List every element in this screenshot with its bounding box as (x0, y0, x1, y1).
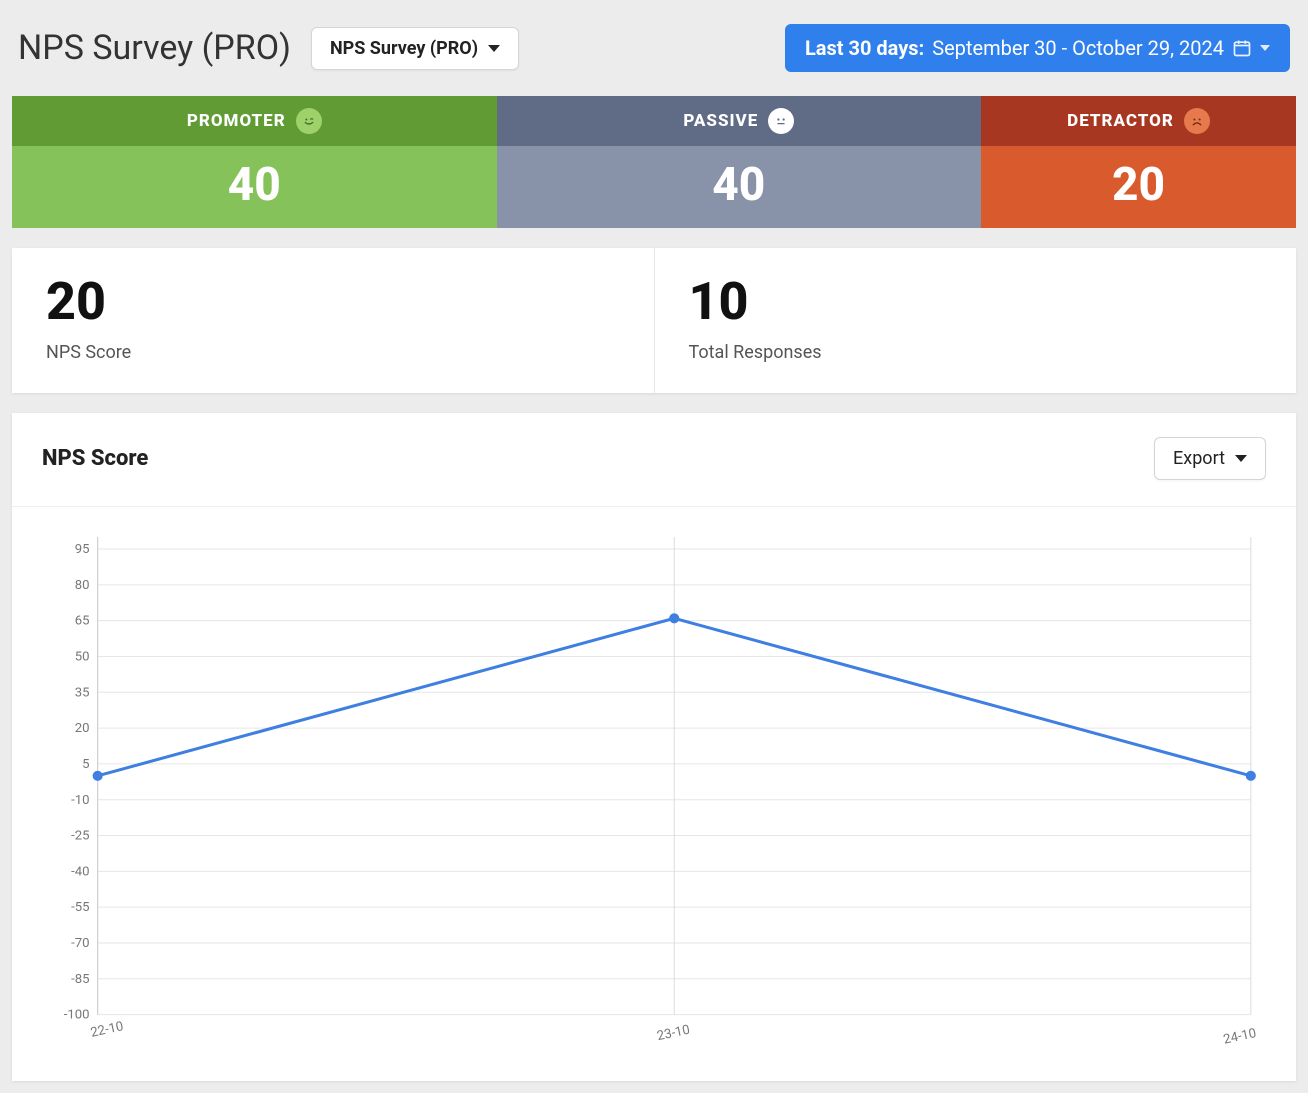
date-range-prefix: Last 30 days: (805, 36, 924, 60)
nps-line-chart: 95 80 65 50 35 20 5 -10 -25 -40 -55 -70 -85 -10022-10… (42, 527, 1266, 1063)
svg-text:80: 80 (75, 578, 90, 593)
chevron-down-icon (488, 45, 500, 52)
passive-label: PASSIVE (683, 111, 758, 131)
nps-score-label: NPS Score (46, 342, 620, 363)
nps-score-value: 20 (46, 276, 620, 328)
page-title: NPS Survey (PRO) (18, 28, 291, 68)
chevron-down-icon (1235, 455, 1247, 462)
smile-face-icon (296, 108, 322, 134)
svg-text:5: 5 (82, 757, 89, 772)
svg-text:22-10: 22-10 (89, 1019, 125, 1041)
export-label: Export (1173, 448, 1225, 469)
svg-text:-85: -85 (71, 972, 89, 987)
svg-text:65: 65 (75, 614, 90, 629)
svg-text:-55: -55 (71, 900, 89, 915)
nps-chart-section: NPS Score Export 95 80 65 50 35 20 5 -10 -25 -40 -… (12, 413, 1296, 1081)
chart-title: NPS Score (42, 446, 148, 471)
date-range-button[interactable]: Last 30 days: September 30 - October 29,… (785, 24, 1290, 72)
svg-text:-40: -40 (71, 864, 89, 879)
detractor-label: DETRACTOR (1067, 111, 1174, 131)
svg-text:50: 50 (75, 650, 90, 665)
promoter-value: 40 (12, 146, 497, 228)
date-range-value: September 30 - October 29, 2024 (932, 36, 1224, 60)
detractor-tile: DETRACTOR 20 (981, 96, 1296, 228)
passive-tile: PASSIVE 40 (497, 96, 982, 228)
svg-text:-70: -70 (71, 936, 89, 951)
passive-value: 40 (497, 146, 982, 228)
total-responses-card: 10 Total Responses (654, 248, 1297, 393)
chevron-down-icon (1260, 45, 1270, 51)
promoter-label: PROMOTER (187, 111, 286, 131)
detractor-value: 20 (981, 146, 1296, 228)
svg-text:35: 35 (75, 685, 90, 700)
calendar-icon (1232, 38, 1252, 58)
total-responses-value: 10 (689, 276, 1263, 328)
svg-text:95: 95 (75, 542, 90, 557)
svg-text:-100: -100 (64, 1008, 90, 1023)
svg-text:24-10: 24-10 (1222, 1026, 1258, 1048)
export-button[interactable]: Export (1154, 437, 1266, 480)
total-responses-label: Total Responses (689, 342, 1263, 363)
svg-text:-25: -25 (71, 829, 89, 844)
form-selector-label: NPS Survey (PRO) (330, 38, 478, 59)
nps-tiles: PROMOTER 40 PASSIVE 40 DETRACTOR (12, 96, 1296, 228)
neutral-face-icon (768, 108, 794, 134)
nps-score-card: 20 NPS Score (12, 248, 654, 393)
score-cards: 20 NPS Score 10 Total Responses (12, 248, 1296, 393)
page-header: NPS Survey (PRO) NPS Survey (PRO) Last 3… (12, 12, 1296, 96)
form-selector-dropdown[interactable]: NPS Survey (PRO) (311, 27, 519, 70)
svg-text:-10: -10 (71, 793, 89, 808)
promoter-tile: PROMOTER 40 (12, 96, 497, 228)
svg-text:23-10: 23-10 (656, 1023, 692, 1045)
svg-text:20: 20 (75, 721, 90, 736)
frown-face-icon (1184, 108, 1210, 134)
